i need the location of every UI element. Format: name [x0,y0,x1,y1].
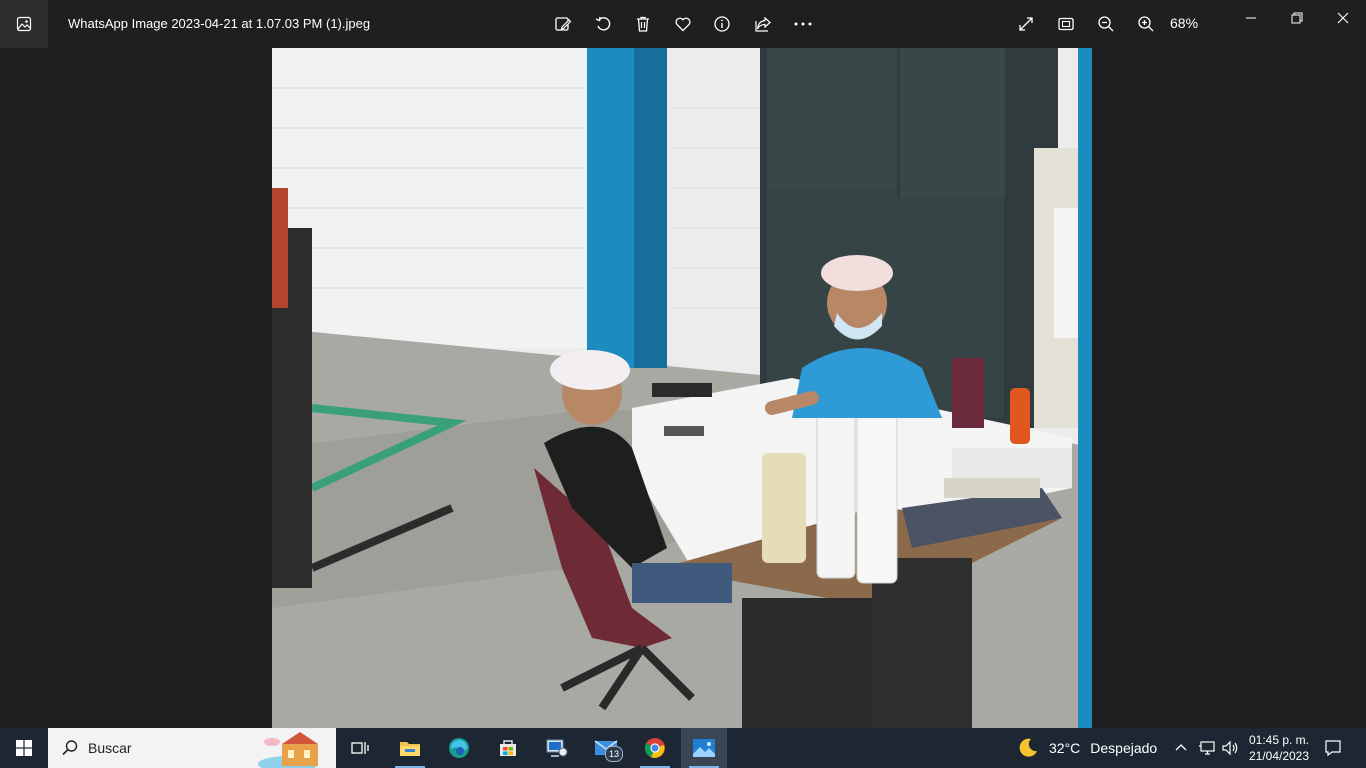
more-icon [794,22,812,26]
search-highlight-icon [258,732,318,768]
chrome-icon [644,738,665,758]
edit-image-icon [555,17,572,31]
network-icon [1199,741,1215,755]
moon-icon [1019,738,1037,757]
zoom-out-button[interactable] [1094,12,1118,36]
favorite-button[interactable] [671,12,695,36]
clock-date: 21/04/2023 [1248,749,1310,763]
rotate-icon [595,16,611,31]
minimize-icon [1246,17,1256,19]
fullscreen-icon [1019,17,1033,31]
notifications-button[interactable] [1324,728,1342,768]
edge-button[interactable] [436,728,482,768]
network-app-button[interactable] [534,728,580,768]
fullscreen-button[interactable] [1014,12,1038,36]
search-placeholder: Buscar [88,740,132,756]
title-bar: WhatsApp Image 2023-04-21 at 1.07.03 PM … [0,0,1366,48]
fit-window-button[interactable] [1054,12,1078,36]
file-explorer-button[interactable] [387,728,433,768]
zoom-in-icon [1138,16,1154,32]
minimize-button[interactable] [1236,6,1266,30]
zoom-out-icon [1098,16,1114,32]
weather-condition: Despejado [1090,740,1158,756]
start-button[interactable] [0,728,48,768]
restore-icon [1291,12,1303,24]
share-icon [755,16,771,32]
mail-button[interactable]: 13 [583,728,629,768]
window-title: WhatsApp Image 2023-04-21 at 1.07.03 PM … [68,16,371,31]
network-status-button[interactable] [1198,728,1216,768]
photo[interactable] [272,48,1092,728]
edit-image-button[interactable] [551,12,575,36]
favorite-icon [675,17,691,32]
close-icon [1337,12,1349,24]
volume-button[interactable] [1221,728,1239,768]
more-button[interactable] [791,12,815,36]
windows-logo-icon [16,740,32,756]
clock-time: 01:45 p. m. [1248,733,1310,747]
edge-icon [449,738,469,758]
rotate-button[interactable] [591,12,615,36]
close-button[interactable] [1328,6,1358,30]
info-icon [714,16,730,32]
info-button[interactable] [710,12,734,36]
file-explorer-icon [400,742,420,756]
delete-icon [637,16,649,32]
share-button[interactable] [751,12,775,36]
weather-widget[interactable]: 32°C Despejado [1016,728,1157,768]
restore-button[interactable] [1282,6,1312,30]
notifications-icon [1325,740,1341,757]
delete-button[interactable] [631,12,655,36]
photos-app-icon[interactable] [0,0,48,48]
mail-badge: 13 [605,746,623,762]
image-viewer [0,48,1366,728]
taskbar: Buscar 13 32°C Despejado 01:45 p. m. 21/… [0,728,1366,768]
store-button[interactable] [485,728,531,768]
photos-icon [693,739,715,757]
taskbar-search[interactable]: Buscar [48,728,336,768]
network-app-icon [546,739,568,757]
chevron-up-icon [1175,744,1187,751]
show-hidden-icons-button[interactable] [1174,728,1188,768]
volume-icon [1222,740,1238,756]
task-view-button[interactable] [337,728,383,768]
chrome-button[interactable] [632,728,678,768]
clock[interactable]: 01:45 p. m. 21/04/2023 [1244,732,1314,764]
store-icon [500,740,516,756]
zoom-level[interactable]: 68% [1170,15,1198,31]
photos-button[interactable] [681,728,727,768]
fit-window-icon [1058,17,1074,31]
search-icon [62,740,78,756]
zoom-in-button[interactable] [1134,12,1158,36]
weather-temp: 32°C [1049,740,1081,756]
task-view-icon [351,742,369,754]
